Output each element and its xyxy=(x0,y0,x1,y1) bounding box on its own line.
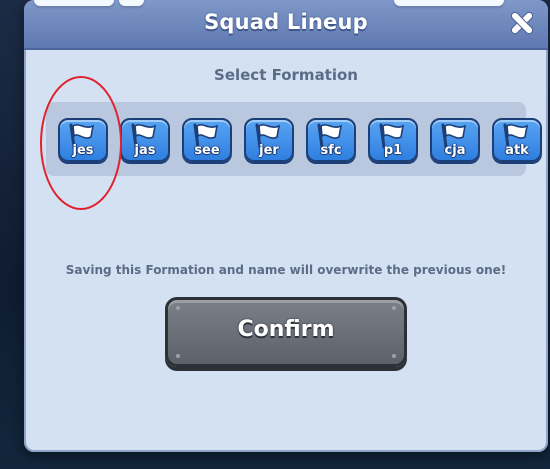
formation-label: p1 xyxy=(383,143,403,158)
formation-list: jes jas see jer sfc p1 cja atk xyxy=(58,118,542,162)
overwrite-warning: Saving this Formation and name will over… xyxy=(65,263,507,277)
dialog-title: Squad Lineup xyxy=(204,10,368,34)
squad-lineup-dialog: Squad Lineup Select Formation jes jas se… xyxy=(24,0,548,452)
formation-button-jas[interactable]: jas xyxy=(120,118,170,162)
select-formation-label: Select Formation xyxy=(214,66,358,84)
snow-decoration xyxy=(119,0,144,6)
formation-button-p1[interactable]: p1 xyxy=(368,118,418,162)
close-icon[interactable] xyxy=(510,11,534,35)
game-screen: Squad Lineup Select Formation jes jas se… xyxy=(0,0,550,469)
rivet-decoration xyxy=(176,306,180,310)
confirm-button-label: Confirm xyxy=(237,317,335,342)
formation-button-atk[interactable]: atk xyxy=(492,118,542,162)
formation-button-jes[interactable]: jes xyxy=(58,118,108,162)
rivet-decoration xyxy=(176,354,180,358)
formation-label: jas xyxy=(134,143,156,158)
formation-label: jes xyxy=(72,143,94,158)
formation-label: see xyxy=(194,143,220,158)
formation-label: cja xyxy=(444,143,466,158)
formation-button-see[interactable]: see xyxy=(182,118,232,162)
snow-decoration xyxy=(34,0,114,6)
formation-button-jer[interactable]: jer xyxy=(244,118,294,162)
dialog-header: Squad Lineup xyxy=(24,0,548,50)
formation-button-sfc[interactable]: sfc xyxy=(306,118,356,162)
formation-label: sfc xyxy=(320,143,342,158)
formation-label: atk xyxy=(505,143,529,158)
formation-label: jer xyxy=(259,143,279,158)
snow-decoration xyxy=(394,0,504,6)
rivet-decoration xyxy=(392,354,396,358)
formation-button-cja[interactable]: cja xyxy=(430,118,480,162)
rivet-decoration xyxy=(392,306,396,310)
confirm-button[interactable]: Confirm xyxy=(165,297,407,367)
